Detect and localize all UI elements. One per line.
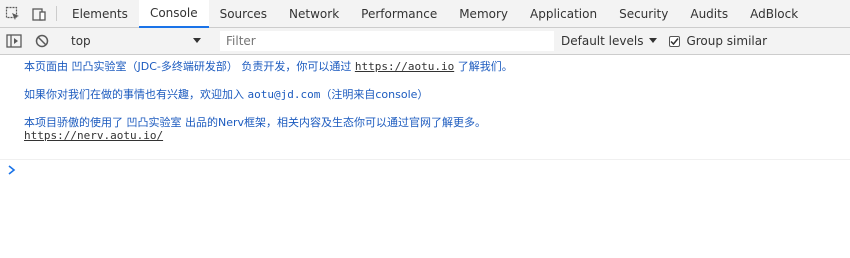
levels-label: Default levels [561, 34, 644, 48]
context-value: top [71, 34, 91, 48]
console-message: 如果你对我们在做的事情也有兴趣，欢迎加入 aotu@jd.com（注明来自con… [0, 88, 850, 101]
sidebar-toggle-icon [6, 34, 22, 48]
tab-memory[interactable]: Memory [448, 0, 519, 27]
group-similar-label: Group similar [686, 34, 768, 48]
console-toolbar: top Default levels Group similar [0, 28, 850, 55]
message-text: 了解我们。 [454, 60, 513, 73]
log-levels-dropdown[interactable]: Default levels [561, 34, 658, 48]
devtools-tabbar: Elements Console Sources Network Perform… [0, 0, 850, 28]
inspect-element-button[interactable] [0, 0, 26, 27]
tab-performance[interactable]: Performance [350, 0, 448, 27]
checkmark-icon [670, 37, 680, 45]
email-text: aotu@jd.com [247, 88, 321, 101]
dropdown-arrow-icon [649, 38, 658, 43]
message-text: 如果你对我们在做的事情也有兴趣，欢迎加入 [24, 88, 248, 101]
show-sidebar-button[interactable] [0, 28, 28, 54]
context-selector[interactable]: top [65, 30, 207, 52]
toolbar-divider [56, 6, 57, 21]
tab-security[interactable]: Security [608, 0, 679, 27]
tab-network[interactable]: Network [278, 0, 350, 27]
message-text: 本页面由 凹凸实验室（JDC-多终端研发部） 负责开发，你可以通过 [24, 60, 355, 73]
tab-console[interactable]: Console [138, 0, 209, 28]
tab-adblock[interactable]: AdBlock [739, 0, 809, 27]
console-message: 本页面由 凹凸实验室（JDC-多终端研发部） 负责开发，你可以通过 https:… [0, 60, 850, 73]
group-similar-toggle[interactable]: Group similar [669, 34, 767, 48]
tab-elements[interactable]: Elements [61, 0, 139, 27]
tab-audits[interactable]: Audits [679, 0, 739, 27]
tab-sources[interactable]: Sources [209, 0, 278, 27]
message-text: （注明来自console） [320, 88, 429, 101]
clear-console-icon [35, 34, 49, 48]
filter-input[interactable] [220, 31, 554, 51]
console-message: 本项目骄傲的使用了 凹凸实验室 出品的Nerv框架，相关内容及生态你可以通过官网… [0, 116, 850, 142]
dropdown-arrow-icon [193, 38, 201, 43]
device-toolbar-button[interactable] [26, 0, 52, 27]
console-prompt[interactable] [8, 164, 16, 178]
group-similar-checkbox[interactable] [669, 35, 681, 47]
inspect-cursor-icon [5, 6, 19, 20]
device-mobile-icon [32, 7, 46, 21]
tab-application[interactable]: Application [519, 0, 608, 27]
aotu-link[interactable]: https://aotu.io [355, 60, 454, 73]
message-text: 本项目骄傲的使用了 凹凸实验室 出品的Nerv框架，相关内容及生态你可以通过官网… [24, 116, 487, 129]
nerv-link[interactable]: https://nerv.aotu.io/ [24, 129, 163, 142]
clear-console-button[interactable] [28, 28, 56, 54]
message-divider [0, 159, 850, 160]
prompt-chevron-icon [8, 165, 16, 175]
